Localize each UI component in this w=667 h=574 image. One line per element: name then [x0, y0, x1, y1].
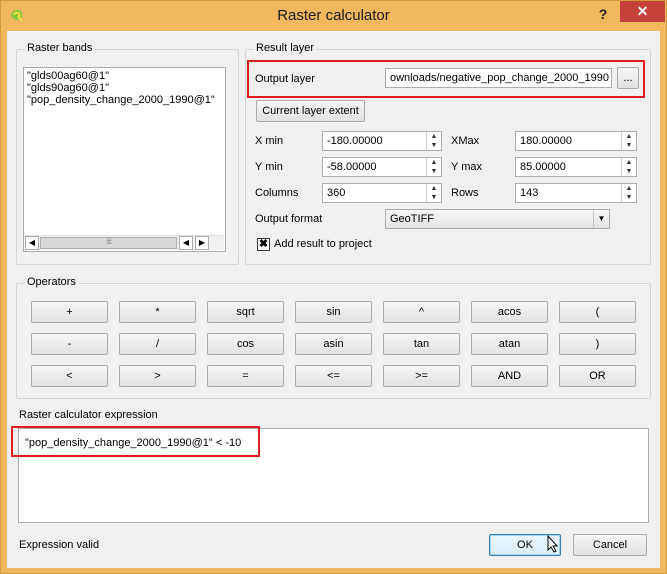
spin-arrows[interactable]: ▲ ▼ — [426, 132, 441, 150]
xmax-label: XMax — [451, 135, 480, 147]
output-format-label: Output format — [255, 213, 323, 225]
expression-title: Raster calculator expression — [19, 409, 158, 421]
output-format-select[interactable]: GeoTIFF ▼ — [385, 209, 610, 229]
rows-spinbox[interactable]: 143 ▲ ▼ — [515, 183, 637, 203]
rows-label: Rows — [451, 187, 479, 199]
operator-button[interactable]: AND — [471, 365, 548, 387]
output-format-value: GeoTIFF — [390, 213, 435, 225]
operator-button[interactable]: > — [119, 365, 196, 387]
ymin-spinbox[interactable]: -58.00000 ▲ ▼ — [322, 157, 442, 177]
chevron-down-icon[interactable]: ▼ — [593, 210, 609, 228]
operator-button[interactable]: ) — [559, 333, 636, 355]
cancel-button[interactable]: Cancel — [573, 534, 647, 556]
operator-button[interactable]: OR — [559, 365, 636, 387]
operator-button[interactable]: < — [31, 365, 108, 387]
add-result-label: Add result to project — [274, 238, 372, 250]
dialog-client-area: Raster bands "glds00ag60@1" "glds90ag60@… — [7, 31, 660, 568]
operator-button[interactable]: - — [31, 333, 108, 355]
raster-bands-title: Raster bands — [25, 42, 95, 54]
operator-button[interactable]: cos — [207, 333, 284, 355]
window-title: Raster calculator — [277, 7, 390, 24]
list-item[interactable]: "glds90ag60@1" — [27, 82, 109, 94]
raster-bands-list[interactable]: "glds00ag60@1" "glds90ag60@1" "pop_densi… — [23, 67, 226, 252]
columns-spinbox[interactable]: 360 ▲ ▼ — [322, 183, 442, 203]
operator-button[interactable]: / — [119, 333, 196, 355]
ymax-spinbox[interactable]: 85.00000 ▲ ▼ — [515, 157, 637, 177]
spin-down-icon[interactable]: ▼ — [427, 141, 441, 150]
xmin-label: X min — [255, 135, 284, 147]
xmin-value: -180.00000 — [327, 135, 383, 147]
scroll-thumb[interactable]: ⁞⁞⁞⁞⁞ — [40, 237, 177, 249]
ymin-label: Y min — [255, 161, 283, 173]
scroll-right-icon[interactable]: ▶ — [195, 236, 209, 250]
spin-up-icon[interactable]: ▲ — [427, 132, 441, 141]
operator-button[interactable]: + — [31, 301, 108, 323]
scroll-left-icon[interactable]: ◀ — [179, 236, 193, 250]
operator-button[interactable]: asin — [295, 333, 372, 355]
mouse-cursor-icon — [547, 535, 559, 553]
operators-title: Operators — [25, 276, 78, 288]
xmax-value: 180.00000 — [520, 135, 572, 147]
ymax-label: Y max — [451, 161, 482, 173]
spin-down-icon[interactable]: ▼ — [622, 193, 636, 202]
operator-button[interactable]: ^ — [383, 301, 460, 323]
columns-value: 360 — [327, 187, 346, 199]
operator-button[interactable]: = — [207, 365, 284, 387]
columns-label: Columns — [255, 187, 299, 199]
help-button[interactable]: ? — [591, 3, 615, 25]
raster-calculator-dialog: Raster calculator ? ✕ Raster bands "glds… — [0, 0, 667, 574]
spin-up-icon[interactable]: ▲ — [622, 184, 636, 193]
close-button[interactable]: ✕ — [620, 1, 665, 22]
operator-button[interactable]: * — [119, 301, 196, 323]
rows-value: 143 — [520, 187, 539, 199]
spin-arrows[interactable]: ▲ ▼ — [621, 158, 636, 176]
operator-button[interactable]: sin — [295, 301, 372, 323]
horizontal-scrollbar[interactable]: ◀ ⁞⁞⁞⁞⁞ ◀ ▶ — [25, 235, 224, 250]
spin-down-icon[interactable]: ▼ — [622, 141, 636, 150]
spin-arrows[interactable]: ▲ ▼ — [426, 184, 441, 202]
list-item[interactable]: "glds00ag60@1" — [27, 70, 109, 82]
operator-button[interactable]: sqrt — [207, 301, 284, 323]
spin-down-icon[interactable]: ▼ — [427, 193, 441, 202]
current-layer-extent-button[interactable]: Current layer extent — [256, 100, 365, 122]
operator-button[interactable]: >= — [383, 365, 460, 387]
add-result-checkbox[interactable]: ✖ — [257, 238, 270, 251]
output-layer-highlight — [247, 60, 645, 98]
operator-button[interactable]: <= — [295, 365, 372, 387]
ymax-value: 85.00000 — [520, 161, 566, 173]
spin-up-icon[interactable]: ▲ — [622, 158, 636, 167]
operator-button[interactable]: tan — [383, 333, 460, 355]
xmin-spinbox[interactable]: -180.00000 ▲ ▼ — [322, 131, 442, 151]
xmax-spinbox[interactable]: 180.00000 ▲ ▼ — [515, 131, 637, 151]
spin-up-icon[interactable]: ▲ — [427, 158, 441, 167]
spin-arrows[interactable]: ▲ ▼ — [621, 184, 636, 202]
spin-arrows[interactable]: ▲ ▼ — [621, 132, 636, 150]
ymin-value: -58.00000 — [327, 161, 377, 173]
expression-status: Expression valid — [19, 539, 100, 551]
operator-button[interactable]: ( — [559, 301, 636, 323]
spin-down-icon[interactable]: ▼ — [622, 167, 636, 176]
expression-highlight — [11, 426, 260, 457]
spin-up-icon[interactable]: ▲ — [622, 132, 636, 141]
spin-up-icon[interactable]: ▲ — [427, 184, 441, 193]
operator-button[interactable]: atan — [471, 333, 548, 355]
list-item[interactable]: "pop_density_change_2000_1990@1" — [27, 94, 215, 106]
spin-arrows[interactable]: ▲ ▼ — [426, 158, 441, 176]
title-bar[interactable]: Raster calculator ? ✕ — [1, 1, 666, 31]
scroll-left-icon[interactable]: ◀ — [25, 236, 39, 250]
result-layer-title: Result layer — [254, 42, 317, 54]
operator-button[interactable]: acos — [471, 301, 548, 323]
spin-down-icon[interactable]: ▼ — [427, 167, 441, 176]
